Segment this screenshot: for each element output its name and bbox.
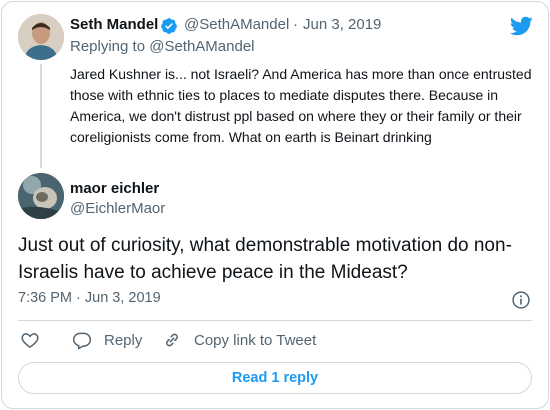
reply-bubble-icon xyxy=(72,332,92,350)
link-icon xyxy=(166,333,178,347)
replying-to-line: Replying to @SethAMandel xyxy=(70,38,255,55)
heart-icon xyxy=(21,333,39,348)
verified-badge-icon xyxy=(161,18,177,34)
like-button[interactable] xyxy=(20,330,52,350)
tweet2-text: Just out of curiosity, what demonstrable… xyxy=(18,235,512,283)
replying-to-mention[interactable]: @SethAMandel xyxy=(149,38,254,55)
thread-connector-line xyxy=(40,64,42,168)
tweet1-handle[interactable]: @SethAMandel xyxy=(184,16,289,33)
read-replies-label: Read 1 reply xyxy=(231,370,319,386)
tweet2-author-name[interactable]: maor eichler xyxy=(70,180,159,197)
twitter-bird-icon[interactable] xyxy=(509,14,533,38)
seth-mandel-avatar[interactable] xyxy=(18,14,64,60)
replying-prefix: Replying to xyxy=(70,38,146,55)
tweet2-timestamp[interactable]: 7:36 PM · Jun 3, 2019 xyxy=(18,290,161,306)
tweet1-text: Jared Kushner is... not Israeli? And Ame… xyxy=(70,66,532,145)
info-icon[interactable] xyxy=(511,290,531,310)
tweet2-handle[interactable]: @EichlerMaor xyxy=(70,200,165,217)
reply-button[interactable]: Reply xyxy=(72,330,142,350)
tweet1-separator: · xyxy=(293,16,298,33)
copy-link-button[interactable]: Copy link to Tweet xyxy=(162,330,316,350)
tweet1-author-name[interactable]: Seth Mandel xyxy=(70,16,158,33)
copy-link-label: Copy link to Tweet xyxy=(194,331,317,349)
reply-label: Reply xyxy=(104,331,143,349)
maor-eichler-avatar[interactable] xyxy=(18,173,64,219)
read-replies-button[interactable]: Read 1 reply xyxy=(18,362,532,394)
tweet1-date[interactable]: Jun 3, 2019 xyxy=(303,16,381,33)
actions-divider xyxy=(18,320,532,321)
